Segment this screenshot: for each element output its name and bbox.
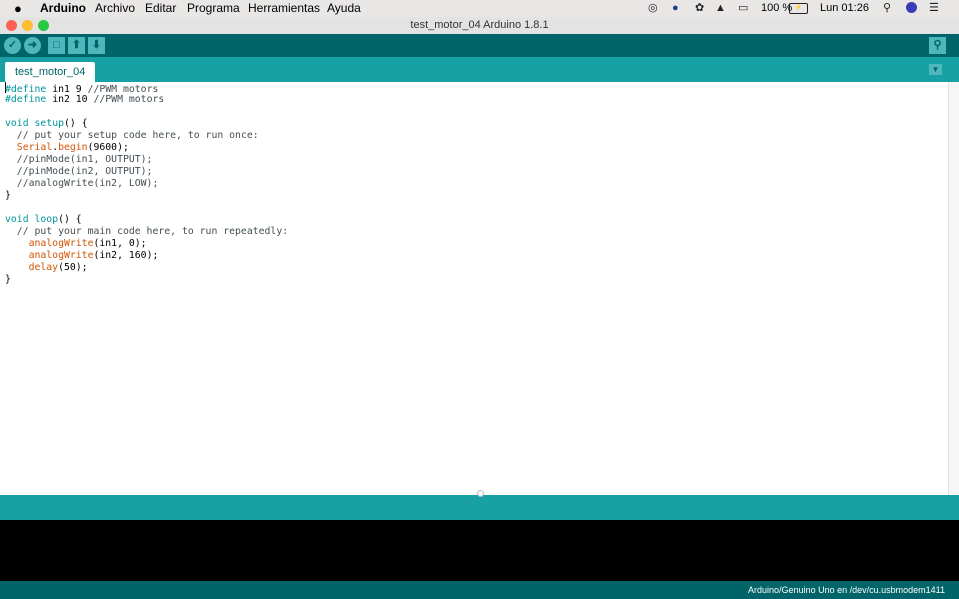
- verify-icon[interactable]: ✓: [4, 37, 21, 54]
- code-token: // put your setup code here, to run once…: [5, 130, 259, 141]
- code-token: in2 10: [46, 94, 94, 105]
- code-token: (50);: [58, 262, 88, 273]
- console-output[interactable]: [0, 520, 959, 581]
- upload-icon[interactable]: ➜: [24, 37, 41, 54]
- code-line[interactable]: void loop() {: [5, 214, 288, 226]
- code-token: // put your main code here, to run repea…: [5, 226, 289, 237]
- toolbar: ✓ ➜ □ ⬆ ⬇ ⚲: [0, 34, 959, 57]
- code-token: //PWM motors: [93, 94, 165, 105]
- code-token: analogWrite: [28, 250, 94, 261]
- status-bar: Arduino/Genuino Uno en /dev/cu.usbmodem1…: [0, 581, 959, 599]
- code-line[interactable]: }: [5, 190, 288, 202]
- code-token: () {: [58, 214, 82, 225]
- code-token: #define: [5, 94, 47, 105]
- code-token: setup: [34, 118, 65, 129]
- code-line[interactable]: }: [5, 274, 288, 286]
- window-title-bar: test_motor_04 Arduino 1.8.1: [0, 17, 959, 35]
- menu-programa[interactable]: Programa: [187, 1, 240, 16]
- code-token: Serial: [16, 142, 53, 153]
- search-icon[interactable]: ⚲: [883, 2, 891, 15]
- tab-menu-icon[interactable]: ▼: [929, 64, 942, 75]
- code-line[interactable]: analogWrite(in1, 0);: [5, 238, 288, 250]
- code-token: //pinMode(in2, OUTPUT);: [5, 166, 153, 177]
- code-token: void: [5, 214, 29, 225]
- menu-ayuda[interactable]: Ayuda: [327, 1, 361, 16]
- code-line[interactable]: Serial.begin(9600);: [5, 142, 288, 154]
- resize-handle[interactable]: [477, 490, 484, 497]
- code-token: analogWrite: [28, 238, 94, 249]
- code-line[interactable]: [5, 106, 288, 118]
- menu-herramientas[interactable]: Herramientas: [248, 1, 320, 16]
- code-token: //pinMode(in1, OUTPUT);: [5, 154, 153, 165]
- code-line[interactable]: #define in2 10 //PWM motors: [5, 94, 288, 106]
- code-line[interactable]: //pinMode(in1, OUTPUT);: [5, 154, 288, 166]
- apple-menu-icon[interactable]: ●: [14, 1, 22, 16]
- code-line[interactable]: delay(50);: [5, 262, 288, 274]
- code-line[interactable]: [5, 202, 288, 214]
- message-area: [0, 490, 959, 520]
- code-line[interactable]: //analogWrite(in2, LOW);: [5, 178, 288, 190]
- code-line[interactable]: #define in1 9 //PWM motors: [5, 82, 288, 95]
- menu-bar: ● Arduino Archivo Editar Programa Herram…: [0, 0, 959, 17]
- open-icon[interactable]: ⬆: [68, 37, 85, 54]
- code-token: () {: [64, 118, 88, 129]
- code-token: }: [5, 274, 11, 285]
- menu-app-name[interactable]: Arduino: [40, 1, 86, 16]
- tab-bar: test_motor_04 ▼: [0, 57, 959, 82]
- code-line[interactable]: // put your main code here, to run repea…: [5, 226, 288, 238]
- tab-test-motor-04[interactable]: test_motor_04: [5, 62, 96, 82]
- code-token: (in1, 0);: [93, 238, 147, 249]
- notification-center-icon[interactable]: ☰: [929, 2, 939, 15]
- battery-icon[interactable]: ⚡: [789, 3, 808, 14]
- code-token: void: [5, 118, 29, 129]
- new-icon[interactable]: □: [48, 37, 65, 54]
- battery-percent: 100 %: [761, 2, 793, 14]
- creative-cloud-icon[interactable]: ◎: [648, 2, 658, 15]
- code-token: }: [5, 190, 11, 201]
- code-lines: #define in1 9 //PWM motors #define in2 10…: [5, 82, 288, 286]
- code-token: begin: [58, 142, 88, 153]
- window-title: test_motor_04 Arduino 1.8.1: [410, 19, 549, 31]
- board-port-status: Arduino/Genuino Uno en /dev/cu.usbmodem1…: [748, 585, 945, 595]
- code-line[interactable]: void setup() {: [5, 118, 288, 130]
- code-token: loop: [34, 214, 59, 225]
- airplay-icon[interactable]: ▭: [738, 2, 748, 15]
- code-line[interactable]: // put your setup code here, to run once…: [5, 130, 288, 142]
- siri-icon[interactable]: [906, 2, 917, 13]
- code-token: //analogWrite(in2, LOW);: [5, 178, 159, 189]
- code-token: (in2, 160);: [93, 250, 159, 261]
- code-line[interactable]: analogWrite(in2, 160);: [5, 250, 288, 262]
- menu-archivo[interactable]: Archivo: [95, 1, 135, 16]
- save-icon[interactable]: ⬇: [88, 37, 105, 54]
- code-editor[interactable]: #define in1 9 //PWM motors #define in2 10…: [0, 82, 948, 495]
- menu-editar[interactable]: Editar: [145, 1, 176, 16]
- code-token: delay: [28, 262, 59, 273]
- code-token: (9600);: [87, 142, 129, 153]
- editor-scrollbar[interactable]: [948, 82, 959, 495]
- serial-monitor-icon[interactable]: ⚲: [929, 37, 946, 54]
- clock[interactable]: Lun 01:26: [820, 1, 869, 16]
- code-line[interactable]: //pinMode(in2, OUTPUT);: [5, 166, 288, 178]
- app-status-icon[interactable]: ●: [672, 2, 679, 15]
- wifi-icon[interactable]: ▲: [715, 2, 726, 15]
- sync-icon[interactable]: ✿: [695, 2, 704, 15]
